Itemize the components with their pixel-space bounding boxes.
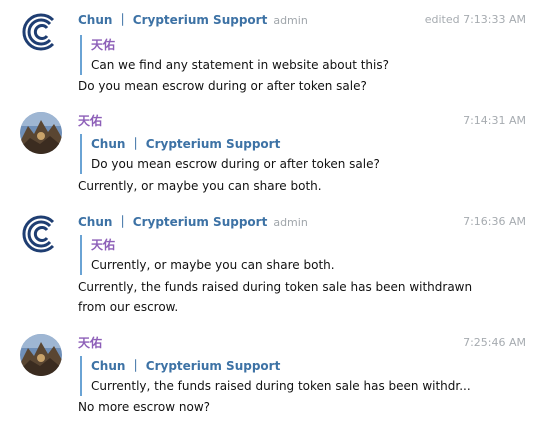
reply-text: Do you mean escrow during or after token… <box>91 157 380 171</box>
sender-row: 天佑 <box>78 112 102 130</box>
sender-name[interactable]: 天佑 <box>78 114 102 128</box>
message[interactable]: Chun ｜ Crypterium Support admin edited 7:… <box>0 11 560 101</box>
message-text: Currently, or maybe you can share both. <box>78 179 322 193</box>
message[interactable]: Chun ｜ Crypterium Support admin 7:16:36 A… <box>0 213 560 323</box>
user-photo-icon <box>20 334 62 376</box>
reply-quote[interactable]: 天佑 Can we find any statement in website … <box>80 35 471 75</box>
reply-sender: 天佑 <box>91 238 116 252</box>
message[interactable]: 天佑 7:25:46 AM Chun ｜ Crypterium Support … <box>0 334 560 424</box>
sender-name[interactable]: Chun ｜ Crypterium Support <box>78 13 267 27</box>
admin-badge: admin <box>273 14 308 27</box>
user-avatar[interactable] <box>20 334 62 376</box>
message-time: 7:25:46 AM <box>463 336 526 349</box>
sender-row: Chun ｜ Crypterium Support admin <box>78 11 308 29</box>
message[interactable]: 天佑 7:14:31 AM Chun ｜ Crypterium Support … <box>0 112 560 202</box>
reply-text: Currently, or maybe you can share both. <box>91 258 335 272</box>
admin-badge: admin <box>273 216 308 229</box>
crypterium-logo-avatar[interactable] <box>20 11 62 53</box>
message-text: Do you mean escrow during or after token… <box>78 79 367 93</box>
message-time: edited 7:13:33 AM <box>424 13 526 26</box>
reply-quote[interactable]: Chun ｜ Crypterium Support Currently, the… <box>80 356 471 396</box>
reply-quote[interactable]: 天佑 Currently, or maybe you can share bot… <box>80 235 471 275</box>
user-avatar[interactable] <box>20 112 62 154</box>
message-text: Currently, the funds raised during token… <box>78 280 473 314</box>
crypterium-logo-icon <box>20 11 62 53</box>
message-time: 7:16:36 AM <box>463 215 526 228</box>
reply-sender: Chun ｜ Crypterium Support <box>91 137 281 151</box>
reply-sender: 天佑 <box>91 38 116 52</box>
reply-sender: Chun ｜ Crypterium Support <box>91 359 281 373</box>
sender-name[interactable]: 天佑 <box>78 336 102 350</box>
user-photo-icon <box>20 112 62 154</box>
sender-row: 天佑 <box>78 334 102 352</box>
reply-text: Can we find any statement in website abo… <box>91 58 389 72</box>
crypterium-logo-icon <box>20 213 62 255</box>
reply-quote[interactable]: Chun ｜ Crypterium Support Do you mean es… <box>80 134 471 174</box>
crypterium-logo-avatar[interactable] <box>20 213 62 255</box>
reply-text: Currently, the funds raised during token… <box>91 379 471 393</box>
message-time: 7:14:31 AM <box>463 114 526 127</box>
message-text: No more escrow now? <box>78 400 211 414</box>
sender-name[interactable]: Chun ｜ Crypterium Support <box>78 215 267 229</box>
sender-row: Chun ｜ Crypterium Support admin <box>78 213 308 231</box>
